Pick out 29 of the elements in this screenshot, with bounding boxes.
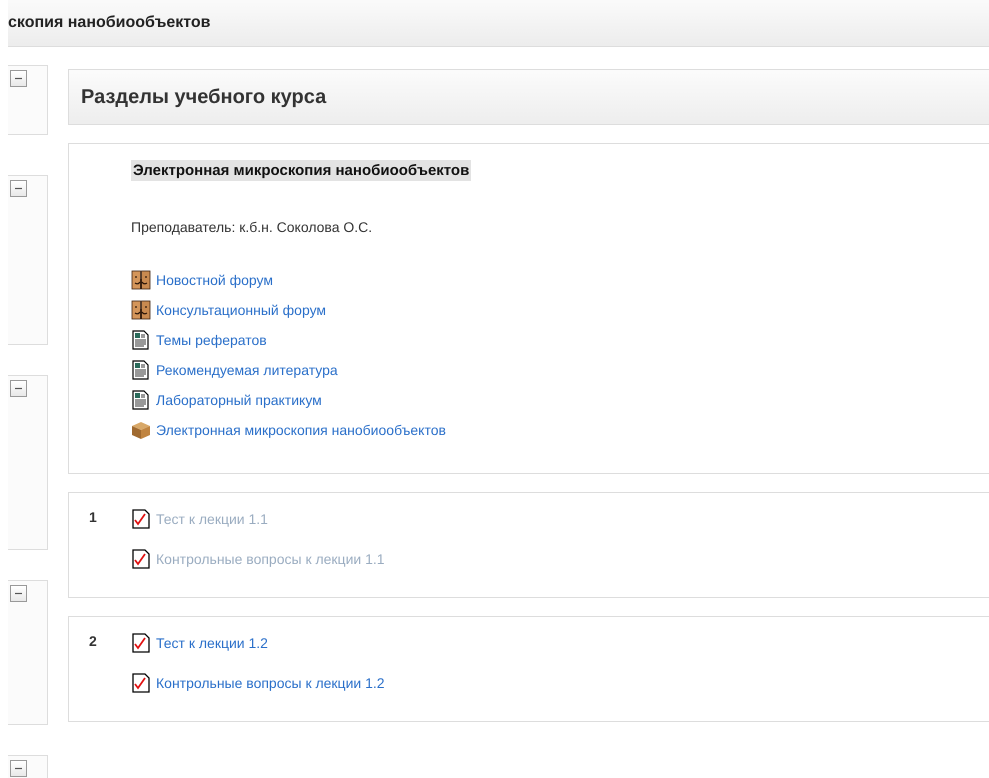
section-number: 2 (89, 633, 97, 649)
section-heading: Разделы учебного курса (81, 86, 326, 108)
checked-document-icon (131, 673, 151, 693)
checked-document-icon (131, 633, 151, 653)
activity-link[interactable]: Консультационный форум (156, 302, 326, 318)
activity-link[interactable]: Лабораторный практикум (156, 392, 322, 408)
forum-faces-icon (131, 270, 151, 290)
section-number: 1 (89, 509, 97, 525)
collapse-button[interactable] (10, 380, 27, 397)
teacher-text: Преподаватель: к.б.н. Соколова О.С. (131, 219, 374, 235)
collapse-button[interactable] (10, 585, 27, 602)
forum-faces-icon (131, 300, 151, 320)
activity-link[interactable]: Темы рефератов (156, 332, 267, 348)
course-title: скопия нанобиообъектов (8, 14, 210, 32)
collapse-button[interactable] (10, 70, 27, 87)
document-icon (131, 390, 151, 410)
collapse-button[interactable] (10, 760, 27, 777)
document-icon (131, 360, 151, 380)
activity-link[interactable]: Новостной форум (156, 272, 274, 288)
checked-document-icon (131, 509, 151, 529)
activity-link[interactable]: Тест к лекции 1.2 (156, 635, 268, 651)
checked-document-icon (131, 549, 151, 569)
activity-link[interactable]: Электронная микроскопия нанобиообъектов (156, 422, 446, 438)
collapse-button[interactable] (10, 180, 27, 197)
document-icon (131, 330, 151, 350)
activity-link[interactable]: Контрольные вопросы к лекции 1.2 (156, 675, 385, 691)
section-title: Электронная микроскопия нанобиообъектов (131, 160, 472, 181)
activity-link[interactable]: Рекомендуемая литература (156, 362, 338, 378)
box-icon (131, 420, 151, 440)
